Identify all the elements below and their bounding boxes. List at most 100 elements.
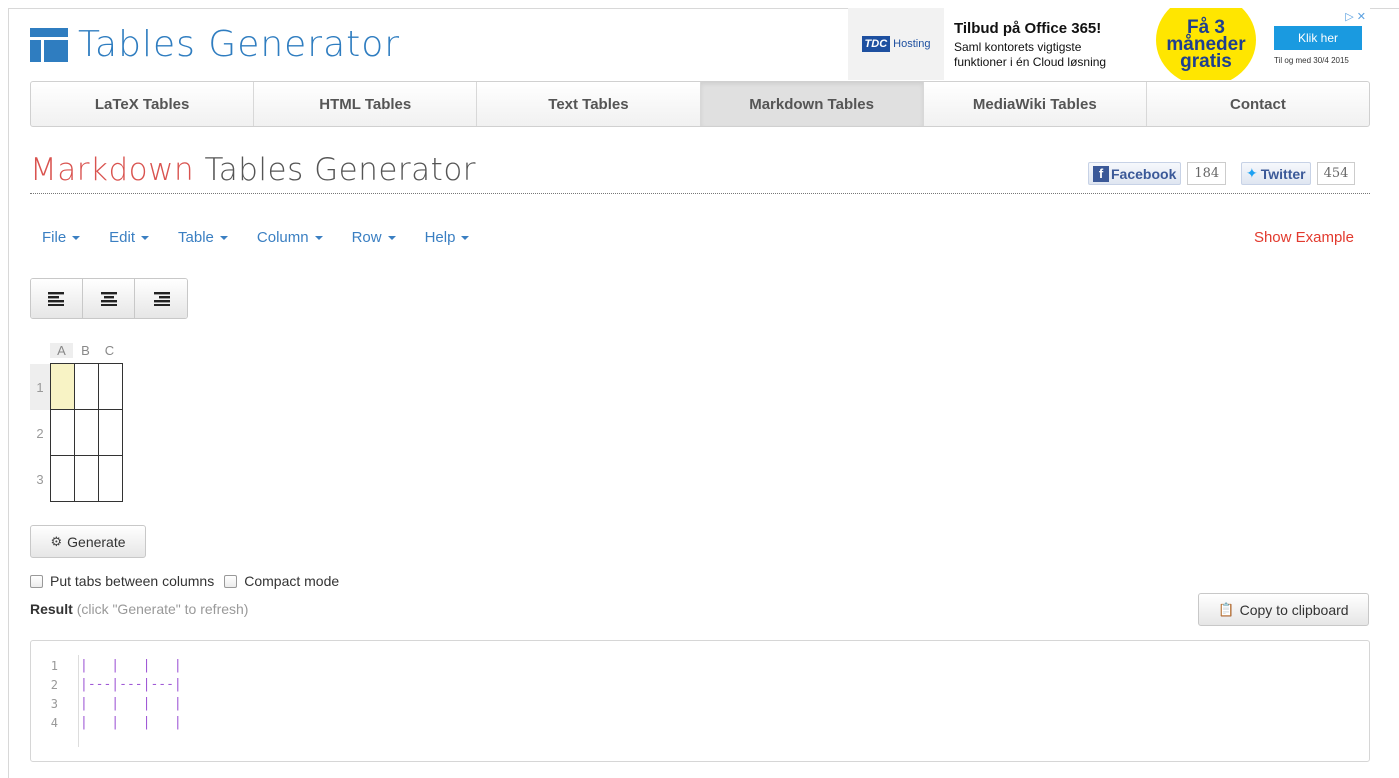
nav-latex-tables[interactable]: LaTeX Tables — [31, 82, 255, 126]
code-text: |---|---|---| — [80, 677, 182, 692]
code-line: 2 |---|---|---| — [31, 675, 1369, 694]
menu-table-label: Table — [178, 229, 214, 246]
ad-date: Til og med 30/4 2015 — [1274, 56, 1349, 65]
table-row — [50, 363, 123, 410]
grid-cell-c3[interactable] — [98, 455, 123, 502]
table-row — [50, 455, 123, 502]
nav-html-tables[interactable]: HTML Tables — [254, 82, 478, 126]
generate-label: Generate — [67, 533, 126, 550]
table-editor-grid — [50, 363, 123, 502]
align-center-button[interactable] — [83, 279, 135, 318]
menu-row[interactable]: Row — [352, 229, 396, 246]
ad-close-icon[interactable]: ▷ ✕ — [1345, 10, 1366, 23]
code-text: | | | | — [80, 715, 182, 730]
line-number: 1 — [50, 658, 58, 673]
grid-cell-a1[interactable] — [50, 363, 75, 410]
menu-edit[interactable]: Edit — [109, 229, 150, 246]
ad-subtitle: Saml kontorets vigtigste funktioner i én… — [954, 40, 1106, 70]
grid-cell-a2[interactable] — [50, 409, 75, 456]
nav-markdown-tables[interactable]: Markdown Tables — [700, 82, 924, 126]
site-title: Tables Generator — [78, 24, 401, 65]
page-title-rest: Tables Generator — [194, 152, 477, 188]
caret-down-icon — [314, 235, 323, 240]
site-logo[interactable]: Tables Generator — [30, 24, 400, 65]
align-left-icon — [47, 291, 64, 306]
generate-button[interactable]: ⚙ Generate — [30, 525, 146, 558]
menu-row-label: Row — [351, 229, 382, 246]
ad-brand-sub: Hosting — [893, 38, 931, 50]
column-header-b[interactable]: B — [74, 343, 97, 358]
code-text: | | | | — [80, 696, 182, 711]
ad-line-1: Saml kontorets vigtigste — [954, 40, 1082, 54]
line-number: 2 — [50, 677, 58, 692]
ad-line-2: funktioner i én Cloud løsning — [954, 55, 1107, 69]
code-text: | | | | — [80, 658, 182, 673]
nav-mediawiki-tables[interactable]: MediaWiki Tables — [924, 82, 1147, 126]
nav-text-tables[interactable]: Text Tables — [477, 82, 701, 126]
grid-cell-b2[interactable] — [74, 409, 99, 456]
code-line: 4 | | | | — [31, 713, 1369, 732]
menu-edit-label: Edit — [109, 229, 136, 246]
menu-file-label: File — [42, 229, 67, 246]
nav-contact[interactable]: Contact — [1147, 82, 1369, 126]
caret-down-icon — [387, 235, 396, 240]
ad-promo-3: gratis — [1180, 50, 1232, 72]
ad-brand: TDC Hosting — [848, 8, 944, 80]
menu-help-label: Help — [424, 229, 456, 246]
twitter-share: ✦ Twitter 454 — [1241, 162, 1356, 185]
ad-promo-1: Få 3 — [1186, 16, 1226, 38]
twitter-button[interactable]: ✦ Twitter — [1241, 162, 1311, 185]
row-header-2[interactable]: 2 — [30, 410, 50, 456]
facebook-share: f Facebook 184 — [1088, 162, 1227, 185]
caret-down-icon — [72, 235, 81, 240]
column-header-a[interactable]: A — [50, 343, 73, 358]
menu-column[interactable]: Column — [257, 229, 323, 246]
facebook-count: 184 — [1187, 162, 1227, 185]
editor-menu: File Edit Table Column Row Help — [42, 229, 498, 246]
column-header-c[interactable]: C — [98, 343, 121, 358]
align-center-icon — [100, 291, 117, 306]
result-label: Result (click "Generate" to refresh) — [30, 601, 248, 617]
tabs-checkbox[interactable] — [30, 574, 43, 588]
copy-label: Copy to clipboard — [1239, 601, 1349, 618]
row-header-3[interactable]: 3 — [30, 456, 50, 502]
menu-file[interactable]: File — [42, 229, 81, 246]
grid-cell-c1[interactable] — [98, 363, 123, 410]
grid-cell-a3[interactable] — [50, 455, 75, 502]
grid-cell-c2[interactable] — [98, 409, 123, 456]
line-number-gutter — [78, 655, 79, 747]
twitter-label: Twitter — [1260, 165, 1306, 182]
align-right-button[interactable] — [135, 279, 187, 318]
page-title: Markdown Tables Generator — [30, 152, 476, 188]
facebook-label: Facebook — [1111, 165, 1177, 182]
ad-banner[interactable]: TDC Hosting Tilbud på Office 365! Saml k… — [848, 8, 1370, 80]
twitter-count: 454 — [1316, 162, 1356, 185]
page-title-accent: Markdown — [30, 152, 195, 188]
ad-click-button[interactable]: Klik her — [1274, 26, 1362, 50]
tabs-checkbox-label: Put tabs between columns — [50, 573, 215, 589]
grid-cell-b1[interactable] — [74, 363, 99, 410]
align-left-button[interactable] — [31, 279, 83, 318]
copy-to-clipboard-button[interactable]: 📋 Copy to clipboard — [1198, 593, 1369, 626]
output-options: Put tabs between columns Compact mode — [30, 573, 349, 589]
menu-table[interactable]: Table — [178, 229, 228, 246]
ad-promo-2: måneder — [1166, 33, 1246, 55]
clipboard-icon: 📋 — [1218, 601, 1235, 617]
compact-mode-checkbox[interactable] — [224, 574, 238, 588]
facebook-button[interactable]: f Facebook — [1088, 162, 1182, 185]
ad-title: Tilbud på Office 365! — [954, 20, 1102, 37]
main-nav: LaTeX Tables HTML Tables Text Tables Mar… — [30, 81, 1370, 127]
menu-help[interactable]: Help — [425, 229, 470, 246]
align-right-icon — [154, 291, 170, 306]
grid-cell-b3[interactable] — [74, 455, 99, 502]
line-number: 4 — [50, 715, 58, 730]
line-number: 3 — [50, 696, 58, 711]
table-row — [50, 409, 123, 456]
twitter-bird-icon: ✦ — [1246, 165, 1258, 181]
gears-icon: ⚙ — [50, 533, 63, 549]
show-example-link[interactable]: Show Example — [1254, 229, 1354, 246]
ad-promo-badge: Få 3 måneder gratis — [1156, 8, 1256, 80]
row-header-1[interactable]: 1 — [30, 364, 50, 410]
caret-down-icon — [219, 235, 228, 240]
result-code-editor[interactable]: 1 | | | | 2 |---|---|---| 3 | | | | 4 | … — [30, 640, 1370, 762]
